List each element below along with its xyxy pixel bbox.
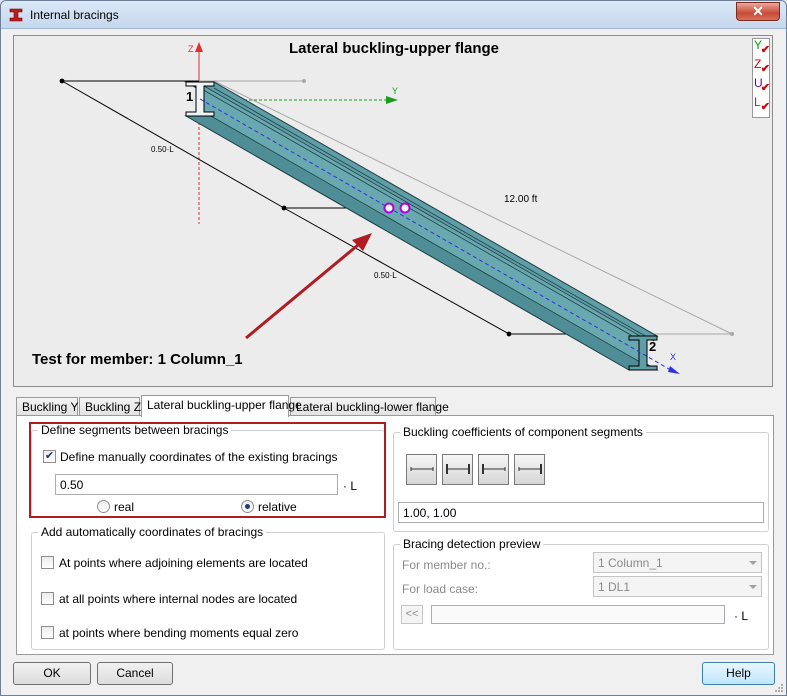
internal-nodes-label: at all points where internal nodes are l…	[59, 592, 298, 606]
check-icon: ✔	[760, 44, 770, 56]
legend-z[interactable]: Z ✔	[754, 58, 770, 77]
for-load-case-label: For load case:	[402, 582, 479, 596]
tab-buckling-z[interactable]: Buckling Z	[79, 397, 141, 416]
title-bar: Internal bracings ✕	[1, 1, 786, 29]
segment-type-both-free-button[interactable]	[406, 454, 437, 485]
app-logo-icon	[9, 8, 23, 22]
segment-free-icon	[410, 467, 434, 471]
load-case-select[interactable]: 1 DL1	[593, 576, 762, 597]
member-select-value: 1 Column_1	[598, 556, 663, 570]
for-member-label: For member no.:	[402, 558, 491, 572]
segment-type-right-fixed-button[interactable]	[514, 454, 545, 485]
segment-right-fixed-icon	[518, 464, 542, 474]
buckling-coefficients-input[interactable]: 1.00, 1.00	[398, 502, 764, 523]
node-label-end: 2	[649, 339, 657, 354]
member-length-label: 12.00 ft	[504, 194, 538, 205]
segment-fixed-icon	[446, 464, 470, 474]
close-button[interactable]: ✕	[736, 2, 780, 21]
radio-real[interactable]	[97, 500, 110, 513]
internal-nodes-checkbox[interactable]	[41, 592, 54, 605]
axis-x-label: X	[670, 352, 677, 362]
chevron-down-icon	[749, 585, 757, 589]
member-description: Test for member: 1 Column_1	[32, 351, 243, 368]
check-icon: ✔	[760, 63, 770, 75]
legend-u[interactable]: U ✔	[754, 77, 770, 96]
segment-type-left-fixed-button[interactable]	[478, 454, 509, 485]
dimension-label-upper: 0.50·L	[151, 145, 174, 154]
ok-button[interactable]: OK	[13, 662, 91, 685]
segment-left-fixed-icon	[482, 464, 506, 474]
tab-lateral-buckling-upper[interactable]: Lateral buckling-upper flange	[141, 395, 302, 417]
preview-coordinates-input[interactable]	[431, 605, 725, 624]
window-title: Internal bracings	[30, 8, 119, 22]
help-button[interactable]: Help	[702, 662, 775, 685]
chevron-down-icon	[749, 561, 757, 565]
graphic-title: Lateral buckling-upper flange	[288, 40, 500, 57]
define-manually-checkbox[interactable]: ✔	[43, 450, 56, 463]
radio-real-label: real	[114, 500, 135, 514]
axis-z-label: Z	[188, 44, 194, 54]
bracing-coordinate-input[interactable]: 0.50	[55, 474, 338, 495]
auto-bracings-label: Add automatically coordinates of bracing…	[38, 525, 267, 539]
check-icon: ✔	[760, 82, 770, 94]
back-button[interactable]: <<	[401, 605, 423, 624]
segment-type-both-fixed-button[interactable]	[442, 454, 473, 485]
coordinate-unit-label: · L	[343, 479, 358, 493]
tab-panel-lateral-buckling-upper: Define segments between bracings ✔ Defin…	[16, 415, 774, 655]
node-label-start: 1	[186, 89, 194, 104]
dimension-label-lower: 0.50·L	[374, 271, 397, 280]
zero-moments-checkbox[interactable]	[41, 626, 54, 639]
bracing-preview-label: Bracing detection preview	[400, 537, 544, 551]
legend-y[interactable]: Y ✔	[754, 39, 770, 58]
axis-y-label: Y	[392, 86, 399, 96]
member-graphic-canvas[interactable]: Lateral buckling-upper flange 1 2 Z Y X …	[13, 35, 773, 387]
radio-relative[interactable]	[241, 500, 254, 513]
adjoining-elements-label: At points where adjoining elements are l…	[59, 556, 308, 570]
define-manually-label: Define manually coordinates of the exist…	[60, 450, 338, 464]
member-select[interactable]: 1 Column_1	[593, 552, 762, 573]
adjoining-elements-checkbox[interactable]	[41, 556, 54, 569]
load-case-select-value: 1 DL1	[598, 580, 631, 594]
tab-buckling-y[interactable]: Buckling Y	[16, 397, 78, 416]
tab-lateral-buckling-lower[interactable]: Lateral buckling-lower flange	[290, 397, 449, 416]
radio-relative-label: relative	[258, 500, 297, 514]
check-icon: ✔	[760, 101, 770, 113]
preview-unit-label: · L	[734, 609, 749, 623]
buckling-coefficients-label: Buckling coefficients of component segme…	[400, 425, 646, 439]
zero-moments-label: at points where bending moments equal ze…	[59, 626, 299, 640]
axis-legend: Y ✔ Z ✔ U ✔ L ✔	[752, 38, 770, 118]
dialog-window: Internal bracings ✕ Lateral buckling-upp…	[0, 0, 787, 696]
define-segments-label: Define segments between bracings	[38, 423, 232, 437]
legend-l[interactable]: L ✔	[754, 96, 770, 115]
cancel-button[interactable]: Cancel	[97, 662, 173, 685]
resize-grip-icon[interactable]	[774, 683, 784, 693]
